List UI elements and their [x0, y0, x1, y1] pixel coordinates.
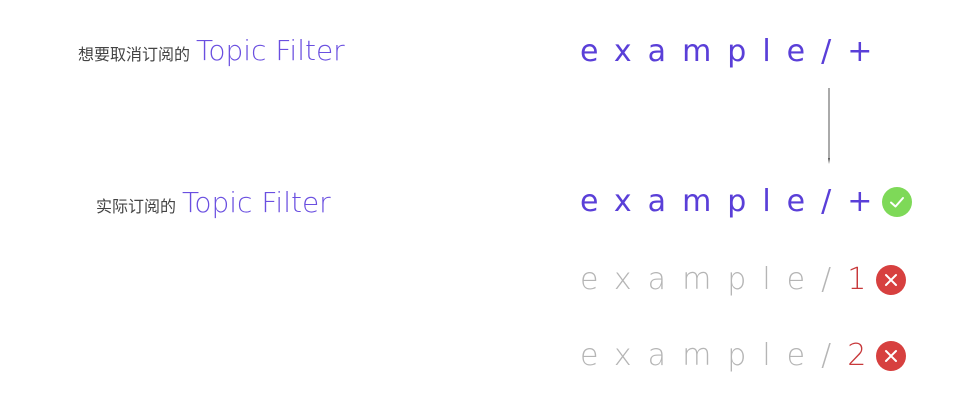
unsubscribe-filter-label: 想要取消订阅的 Topic Filter: [78, 34, 345, 67]
topic-row-1: example/ 1: [580, 262, 907, 297]
unsubscribe-label-cn: 想要取消订阅的: [78, 45, 191, 64]
down-arrow-icon: [828, 88, 830, 164]
actual-filter-label: 实际订阅的 Topic Filter: [96, 186, 331, 219]
actual-label-en: Topic Filter: [182, 186, 331, 219]
cross-icon: [876, 340, 907, 371]
topic-row-wildcard: example/ +: [580, 184, 913, 219]
topic-prefix: example/: [580, 262, 848, 297]
filter-prefix: example/: [580, 34, 848, 69]
unsubscribe-label-en: Topic Filter: [196, 34, 345, 67]
unsubscribe-filter: example/ +: [580, 34, 872, 69]
cross-icon: [876, 264, 907, 295]
filter-wildcard: +: [847, 34, 873, 69]
topic-prefix: example/: [580, 184, 848, 219]
actual-label-cn: 实际订阅的: [96, 197, 177, 216]
topic-row-2: example/ 2: [580, 338, 907, 373]
check-icon: [882, 186, 913, 217]
topic-suffix: 2: [847, 338, 867, 373]
topic-suffix: +: [847, 184, 873, 219]
topic-suffix: 1: [847, 262, 867, 297]
topic-prefix: example/: [580, 338, 848, 373]
